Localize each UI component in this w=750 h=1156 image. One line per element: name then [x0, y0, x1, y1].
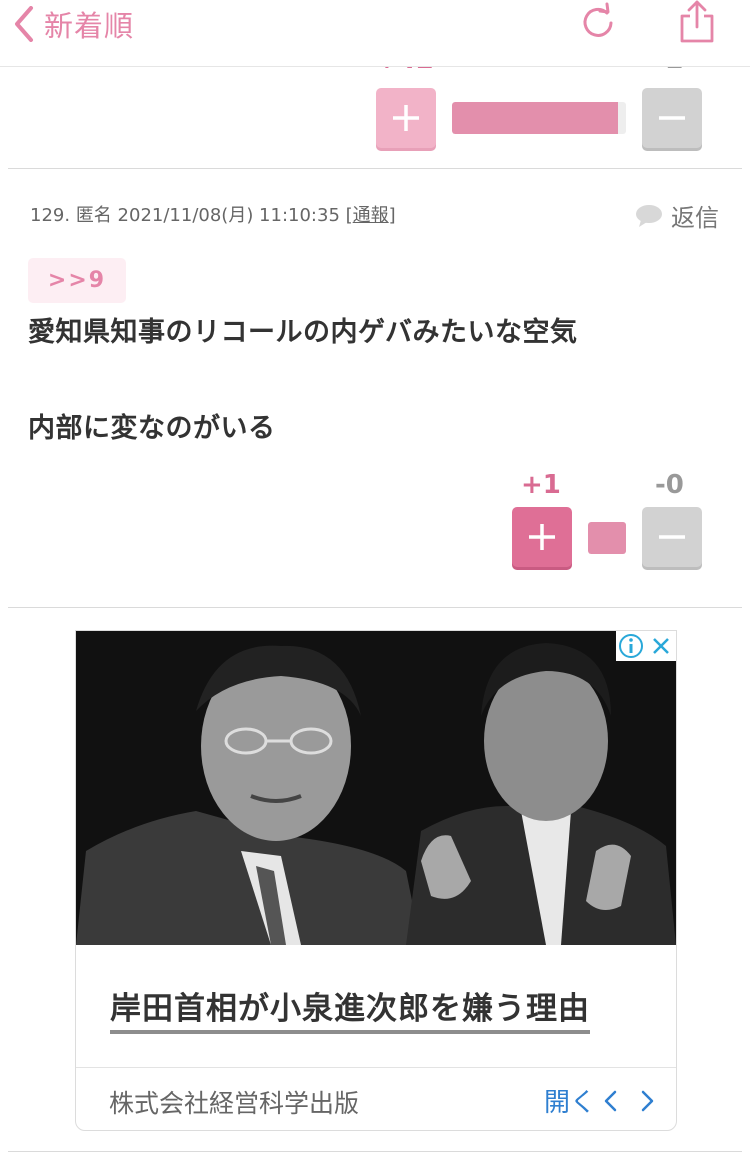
vote-ratio-fill [452, 102, 619, 134]
minus-button[interactable] [642, 88, 702, 148]
speech-bubble-icon [636, 204, 662, 227]
ad-card[interactable]: 岸田首相が小泉進次郎を嫌う理由 株式会社経営科学出版 開く [75, 630, 677, 1131]
share-icon[interactable] [678, 0, 716, 44]
plus-icon [393, 105, 419, 131]
plus-button[interactable] [376, 88, 436, 148]
minus-count: -0 [655, 470, 684, 500]
vote-ratio-fill [588, 522, 626, 554]
anchor-link[interactable]: >>9 [28, 258, 126, 303]
comment-divider [8, 168, 742, 169]
vote-ratio-bar [588, 522, 626, 554]
comment-author: 匿名 [75, 205, 112, 226]
plus-icon [529, 524, 555, 550]
ad-open-button[interactable]: 開く [544, 1082, 656, 1119]
info-icon[interactable] [616, 631, 646, 661]
comment-datetime: 2021/11/08(月) 11:10:35 [117, 205, 340, 226]
ad-photo [76, 631, 676, 945]
back-button[interactable]: 新着順 [14, 4, 134, 44]
minus-icon [659, 116, 685, 120]
ad-headline-underline [110, 1030, 590, 1034]
report-bracket-close: ] [388, 205, 396, 226]
close-icon[interactable] [646, 631, 676, 661]
vote-ratio-bar [452, 102, 626, 134]
minus-icon [659, 535, 685, 539]
ad-advertiser: 株式会社経営科学出版 [109, 1089, 360, 1118]
plus-count: +1 [521, 470, 561, 500]
ad-footer: 株式会社経営科学出版 開く [76, 1067, 676, 1130]
reply-label: 返信 [671, 204, 719, 232]
report-bracket-open: [ [345, 205, 353, 226]
minus-button[interactable] [642, 507, 702, 567]
nav-bar: 新着順 [0, 0, 750, 67]
comment-body-line: 内部に変なのがいる [28, 413, 276, 444]
refresh-icon[interactable] [580, 2, 616, 40]
ad-headline-link[interactable]: 岸田首相が小泉進次郎を嫌う理由 [110, 983, 590, 1034]
comment-divider [8, 1151, 742, 1152]
comment-divider [8, 607, 742, 608]
back-label: 新着順 [44, 9, 135, 43]
prev-comment-vote: +42 -2 [0, 54, 750, 166]
chevron-left-icon [604, 1090, 617, 1111]
chevron-right-icon [641, 1090, 654, 1111]
comment-number: 129. [30, 205, 71, 226]
ad-open-label: 開く [544, 1088, 597, 1118]
reply-button[interactable]: 返信 [635, 198, 719, 233]
ad-choices-badge[interactable] [616, 631, 676, 661]
comment-meta: 129. 匿名 2021/11/08(月) 11:10:35 [通報] [30, 201, 396, 227]
ad-image[interactable] [76, 631, 676, 945]
comment-body-line: 愛知県知事のリコールの内ゲバみたいな空気 [28, 317, 578, 348]
chevron-left-icon [15, 6, 33, 42]
report-link[interactable]: 通報 [353, 205, 389, 226]
ad-headline: 岸田首相が小泉進次郎を嫌う理由 [110, 991, 590, 1027]
plus-button[interactable] [512, 507, 572, 567]
